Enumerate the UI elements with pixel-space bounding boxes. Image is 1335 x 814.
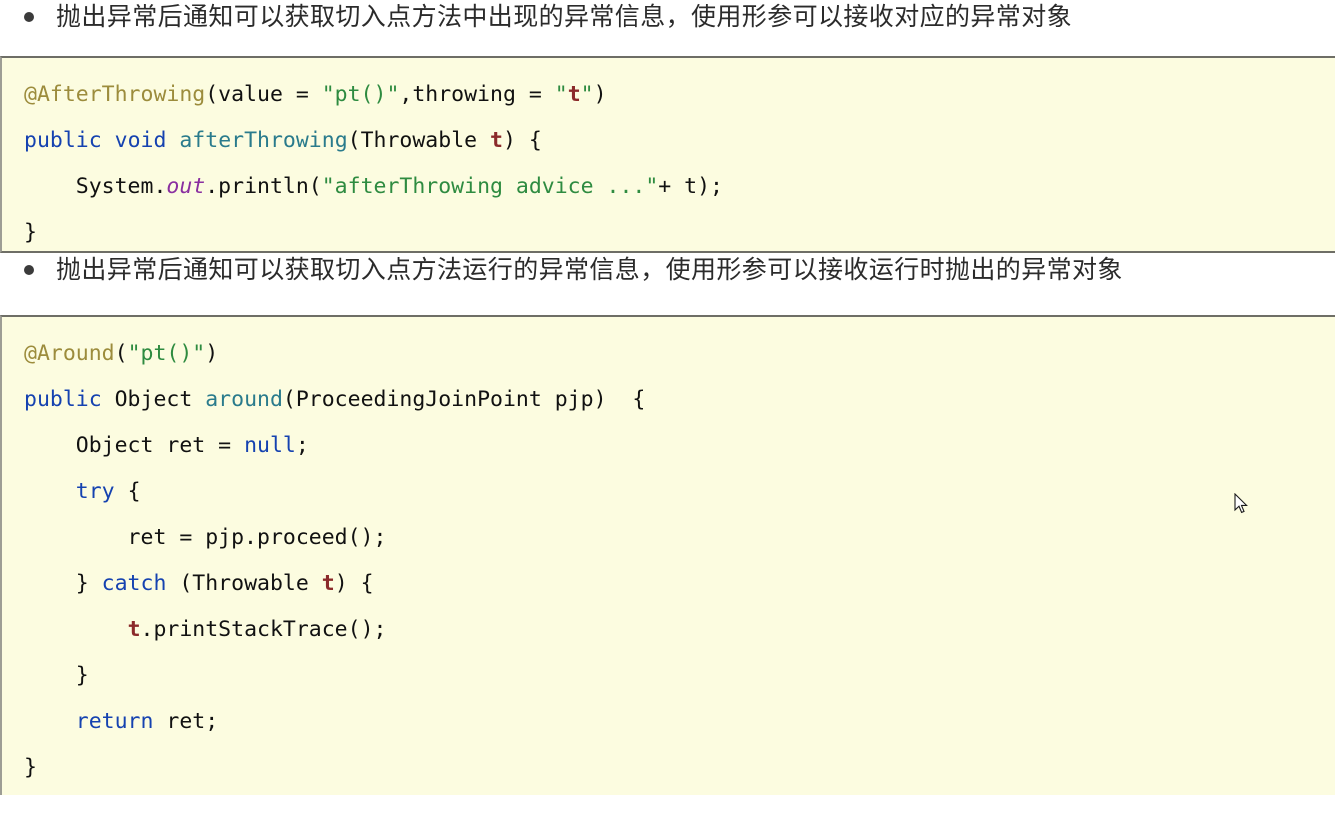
- code-token-param: t: [490, 128, 503, 153]
- code-token-plain: }: [24, 755, 37, 780]
- code-block-around: @Around("pt()") public Object around(Proc…: [0, 315, 1335, 795]
- code-token-plain: System.: [24, 174, 167, 199]
- code-line: t.printStackTrace();: [24, 607, 1335, 653]
- code-token-plain: .println(: [205, 174, 322, 199]
- bullet-item-around: 抛出异常后通知可以获取切入点方法运行的异常信息，使用形参可以接收运行时抛出的异常…: [0, 253, 1335, 315]
- code-token-annotation: @AfterThrowing: [24, 82, 206, 107]
- code-token-keyword: public: [24, 387, 102, 412]
- code-token-plain: (ProceedingJoinPoint pjp) {: [282, 387, 646, 412]
- code-token-plain: ) {: [334, 571, 374, 596]
- code-line: return ret;: [24, 699, 1335, 745]
- code-token-plain: ) {: [502, 128, 542, 153]
- code-line: ret = pjp.proceed();: [24, 515, 1335, 561]
- code-token-plain: ): [205, 341, 219, 366]
- code-token-plain: ret;: [153, 709, 219, 734]
- code-line: @Around("pt()"): [24, 331, 1335, 377]
- code-token-plain: }: [24, 571, 102, 596]
- code-token-param: t: [321, 571, 335, 596]
- code-token-plain: ;: [295, 433, 309, 458]
- code-block-after-throwing: @AfterThrowing(value = "pt()",throwing =…: [0, 56, 1335, 253]
- code-token-param: t: [127, 617, 141, 642]
- code-token-plain: (Throwable: [166, 571, 322, 596]
- code-token-keyword: void: [114, 128, 167, 153]
- code-line: }: [24, 210, 1335, 251]
- code-token-plain: (value =: [205, 82, 322, 107]
- code-line: @AfterThrowing(value = "pt()",throwing =…: [24, 72, 1335, 118]
- code-line: public Object around(ProceedingJoinPoint…: [24, 377, 1335, 423]
- code-token-keyword: try: [75, 479, 115, 504]
- code-token-keyword: return: [75, 709, 154, 734]
- code-line: System.out.println("afterThrowing advice…: [24, 164, 1335, 210]
- code-token-param: t: [567, 82, 581, 107]
- code-token-plain: + t);: [658, 174, 724, 199]
- code-token-string: "pt()": [321, 82, 400, 107]
- bullet-text-around: 抛出异常后通知可以获取切入点方法运行的异常信息，使用形参可以接收运行时抛出的异常…: [56, 255, 1123, 284]
- code-token-plain: (: [114, 341, 128, 366]
- code-token-string: "afterThrowing advice ...": [321, 174, 659, 199]
- code-line: try {: [24, 469, 1335, 515]
- code-token-plain: }: [24, 663, 89, 688]
- code-line: }: [24, 653, 1335, 699]
- code-token-plain: Object ret =: [24, 433, 245, 458]
- bullet-item-after-throwing: 抛出异常后通知可以获取切入点方法中出现的异常信息，使用形参可以接收对应的异常对象: [0, 0, 1335, 56]
- bullet-dot-icon: [24, 12, 34, 22]
- code-token-string: "pt()": [127, 341, 206, 366]
- bullet-text-after-throwing: 抛出异常后通知可以获取切入点方法中出现的异常信息，使用形参可以接收对应的异常对象: [56, 2, 1073, 31]
- code-token-annotation: @Around: [24, 341, 115, 366]
- code-token-plain: {: [114, 479, 141, 504]
- code-token-string: ": [554, 82, 568, 107]
- code-token-method: around: [205, 387, 283, 412]
- code-token-keyword: public: [24, 128, 102, 153]
- code-token-plain: ,throwing =: [399, 82, 555, 107]
- code-token-plain: ): [593, 82, 607, 107]
- code-token-keyword: catch: [101, 571, 167, 596]
- code-line: }: [24, 745, 1335, 791]
- code-token-plain: Object: [101, 387, 206, 412]
- code-line: public void afterThrowing(Throwable t) {: [24, 118, 1335, 164]
- code-token-field: out: [166, 174, 206, 199]
- code-token-plain: }: [24, 220, 37, 245]
- code-token-string: ": [580, 82, 594, 107]
- code-token-keyword: null: [244, 433, 296, 458]
- code-line: Object ret = null;: [24, 423, 1335, 469]
- code-token-plain: (Throwable: [347, 128, 491, 153]
- code-token-method: afterThrowing: [179, 128, 348, 153]
- code-token-plain: ret = pjp.proceed();: [24, 525, 387, 550]
- code-token-plain: .printStackTrace();: [140, 617, 387, 642]
- code-line: } catch (Throwable t) {: [24, 561, 1335, 607]
- bullet-dot-icon: [24, 265, 34, 275]
